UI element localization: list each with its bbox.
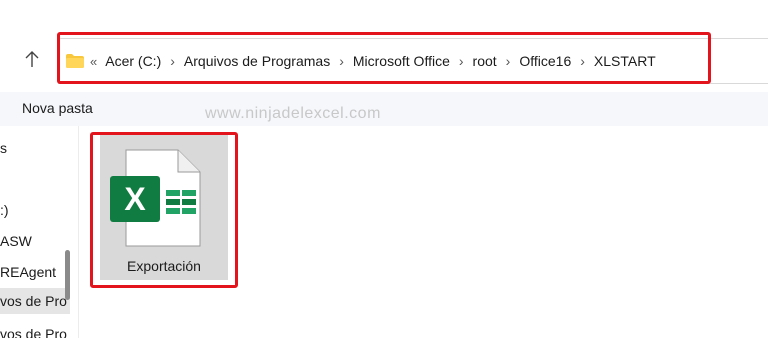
command-bar bbox=[0, 92, 768, 126]
nav-item[interactable]: :) bbox=[0, 202, 9, 218]
new-folder-button[interactable]: Nova pasta bbox=[22, 100, 93, 116]
pane-divider[interactable] bbox=[78, 126, 79, 338]
nav-item[interactable]: vos de Pro bbox=[0, 326, 67, 338]
nav-item-selected[interactable]: vos de Pro bbox=[0, 288, 70, 314]
address-highlight-box bbox=[57, 32, 711, 84]
nav-item[interactable]: REAgent bbox=[0, 264, 56, 280]
up-folder-button[interactable] bbox=[18, 46, 46, 72]
nav-scrollbar-thumb[interactable] bbox=[65, 250, 70, 300]
file-highlight-box bbox=[90, 132, 238, 288]
watermark: www.ninjadelexcel.com bbox=[205, 105, 381, 122]
nav-item[interactable]: ASW bbox=[0, 233, 32, 249]
nav-item[interactable]: s bbox=[0, 140, 7, 156]
navigation-pane: s :) ASW REAgent vos de Pro vos de Pro bbox=[0, 126, 78, 338]
arrow-up-icon bbox=[25, 51, 39, 67]
